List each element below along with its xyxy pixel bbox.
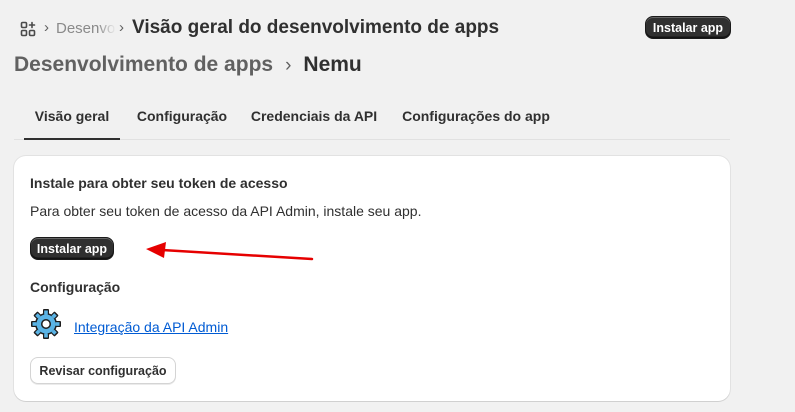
red-arrow-annotation xyxy=(146,242,314,261)
tab-overview[interactable]: Visão geral xyxy=(24,96,120,140)
card-title: Instale para obter seu token de acesso xyxy=(30,175,288,191)
apps-icon[interactable] xyxy=(20,21,36,37)
tab-app-settings[interactable]: Configurações do app xyxy=(400,96,552,138)
card-description: Para obter seu token de acesso da API Ad… xyxy=(30,203,422,219)
page-title-parent-link[interactable]: Desenvolvimento de apps xyxy=(14,53,273,76)
tab-bar: Visão geral Configuração Credenciais da … xyxy=(14,96,730,140)
breadcrumb-parent-link[interactable]: Desenvolvimento de apps xyxy=(56,20,116,37)
install-app-button[interactable]: Instalar app xyxy=(30,237,114,260)
page-title: Desenvolvimento de apps › Nemu xyxy=(14,53,362,77)
tab-configuration[interactable]: Configuração xyxy=(134,96,230,138)
breadcrumb-separator: › xyxy=(44,19,49,36)
page-title-app-name: Nemu xyxy=(303,53,362,76)
breadcrumb-separator: › xyxy=(119,19,124,36)
install-app-button-top[interactable]: Instalar app xyxy=(645,16,731,39)
tab-api-credentials[interactable]: Credenciais da API xyxy=(250,96,378,138)
breadcrumb-current: Visão geral do desenvolvimento de apps xyxy=(132,17,500,38)
top-bar: › Desenvolvimento de apps › Visão geral … xyxy=(0,0,795,56)
gear-icon xyxy=(31,309,61,339)
install-card: Instale para obter seu token de acesso P… xyxy=(14,156,730,401)
review-configuration-button[interactable]: Revisar configuração xyxy=(30,357,176,384)
chevron-right-icon: › xyxy=(285,55,292,76)
admin-api-integration-link[interactable]: Integração da API Admin xyxy=(74,319,228,335)
configuration-heading: Configuração xyxy=(30,279,121,295)
